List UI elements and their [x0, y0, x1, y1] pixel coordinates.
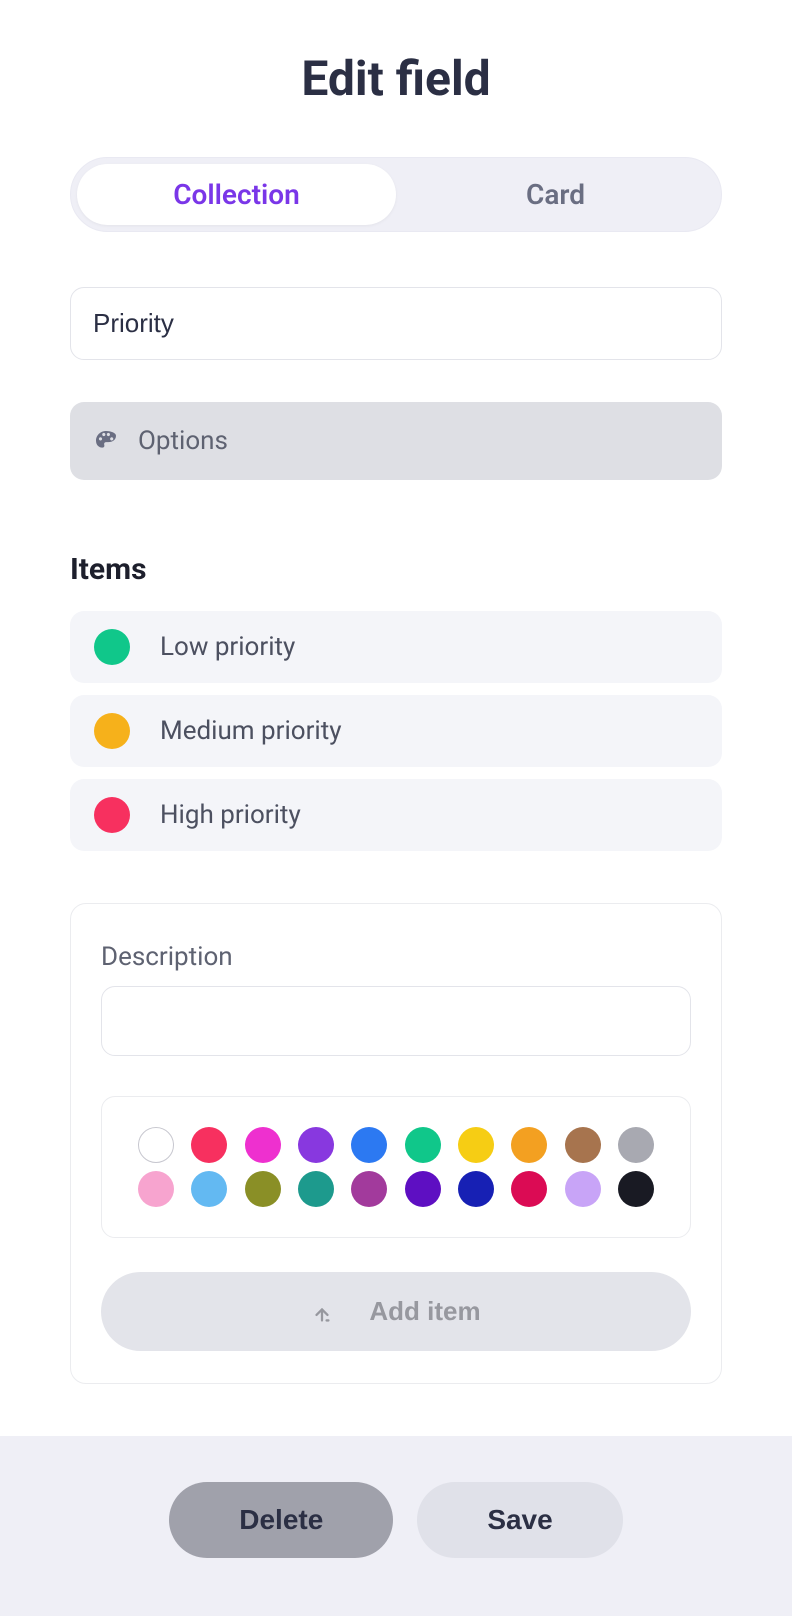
footer-bar: Delete Save — [0, 1436, 792, 1616]
page-title: Edit field — [70, 50, 722, 107]
palette-color-2[interactable] — [245, 1127, 281, 1163]
palette-color-15[interactable] — [405, 1171, 441, 1207]
color-palette — [101, 1096, 691, 1238]
palette-color-13[interactable] — [298, 1171, 334, 1207]
palette-color-18[interactable] — [565, 1171, 601, 1207]
items-list: Low priority Medium priority High priori… — [70, 611, 722, 851]
color-swatch — [94, 629, 130, 665]
palette-color-0[interactable] — [138, 1127, 174, 1163]
palette-color-16[interactable] — [458, 1171, 494, 1207]
item-row-low[interactable]: Low priority — [70, 611, 722, 683]
item-row-medium[interactable]: Medium priority — [70, 695, 722, 767]
add-item-label: Add item — [369, 1296, 480, 1327]
description-input[interactable] — [101, 986, 691, 1056]
items-heading: Items — [70, 552, 722, 587]
upload-icon — [311, 1301, 333, 1323]
tab-collection[interactable]: Collection — [77, 164, 396, 225]
palette-icon — [94, 429, 118, 453]
color-swatch — [94, 797, 130, 833]
save-button[interactable]: Save — [417, 1482, 622, 1558]
description-label: Description — [101, 942, 691, 972]
add-item-button[interactable]: Add item — [101, 1272, 691, 1351]
options-label: Options — [138, 426, 228, 456]
palette-color-19[interactable] — [618, 1171, 654, 1207]
item-label: High priority — [160, 800, 301, 830]
palette-color-9[interactable] — [618, 1127, 654, 1163]
palette-color-8[interactable] — [565, 1127, 601, 1163]
palette-color-3[interactable] — [298, 1127, 334, 1163]
item-label: Low priority — [160, 632, 295, 662]
options-row[interactable]: Options — [70, 402, 722, 480]
new-item-panel: Description — [70, 903, 722, 1384]
palette-color-14[interactable] — [351, 1171, 387, 1207]
palette-color-4[interactable] — [351, 1127, 387, 1163]
palette-color-5[interactable] — [405, 1127, 441, 1163]
palette-color-17[interactable] — [511, 1171, 547, 1207]
item-row-high[interactable]: High priority — [70, 779, 722, 851]
delete-button[interactable]: Delete — [169, 1482, 393, 1558]
palette-color-12[interactable] — [245, 1171, 281, 1207]
palette-color-7[interactable] — [511, 1127, 547, 1163]
color-swatch — [94, 713, 130, 749]
item-label: Medium priority — [160, 716, 342, 746]
palette-color-11[interactable] — [191, 1171, 227, 1207]
palette-color-1[interactable] — [191, 1127, 227, 1163]
tab-card[interactable]: Card — [396, 164, 715, 225]
field-name-input[interactable] — [70, 287, 722, 360]
palette-color-10[interactable] — [138, 1171, 174, 1207]
palette-color-6[interactable] — [458, 1127, 494, 1163]
tab-control: Collection Card — [70, 157, 722, 232]
